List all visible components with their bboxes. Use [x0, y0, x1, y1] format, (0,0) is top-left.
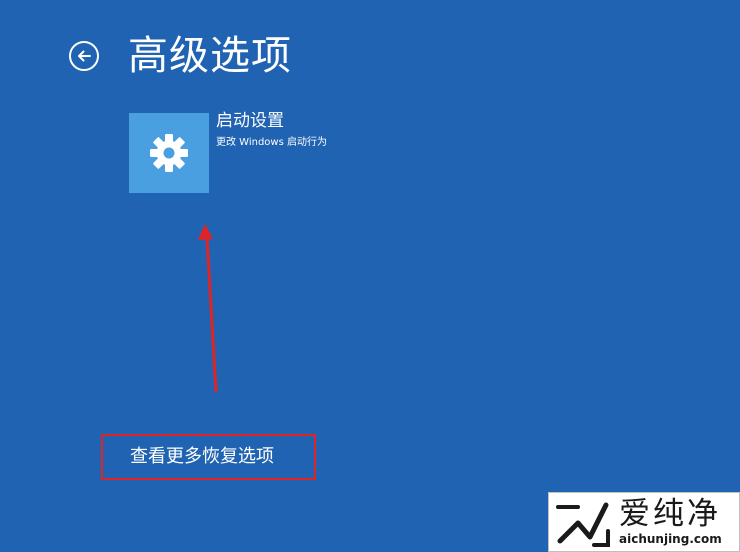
startup-settings-icon-box — [129, 113, 209, 193]
watermark-logo-icon — [556, 502, 610, 547]
more-recovery-options-label: 查看更多恢复选项 — [130, 446, 274, 467]
startup-settings-option[interactable]: 启动设置 更改 Windows 启动行为 — [129, 111, 389, 195]
watermark: 爱纯净 aichunjing.com — [548, 492, 740, 552]
page-title: 高级选项 — [128, 33, 292, 79]
startup-settings-description: 更改 Windows 启动行为 — [216, 137, 327, 148]
back-button[interactable] — [69, 41, 99, 71]
watermark-url: aichunjing.com — [619, 532, 722, 546]
gear-icon — [150, 134, 188, 172]
startup-settings-title: 启动设置 — [216, 111, 284, 131]
back-arrow-icon — [78, 50, 91, 62]
more-recovery-options-link[interactable]: 查看更多恢复选项 — [101, 434, 316, 480]
watermark-name: 爱纯净 — [619, 496, 721, 532]
